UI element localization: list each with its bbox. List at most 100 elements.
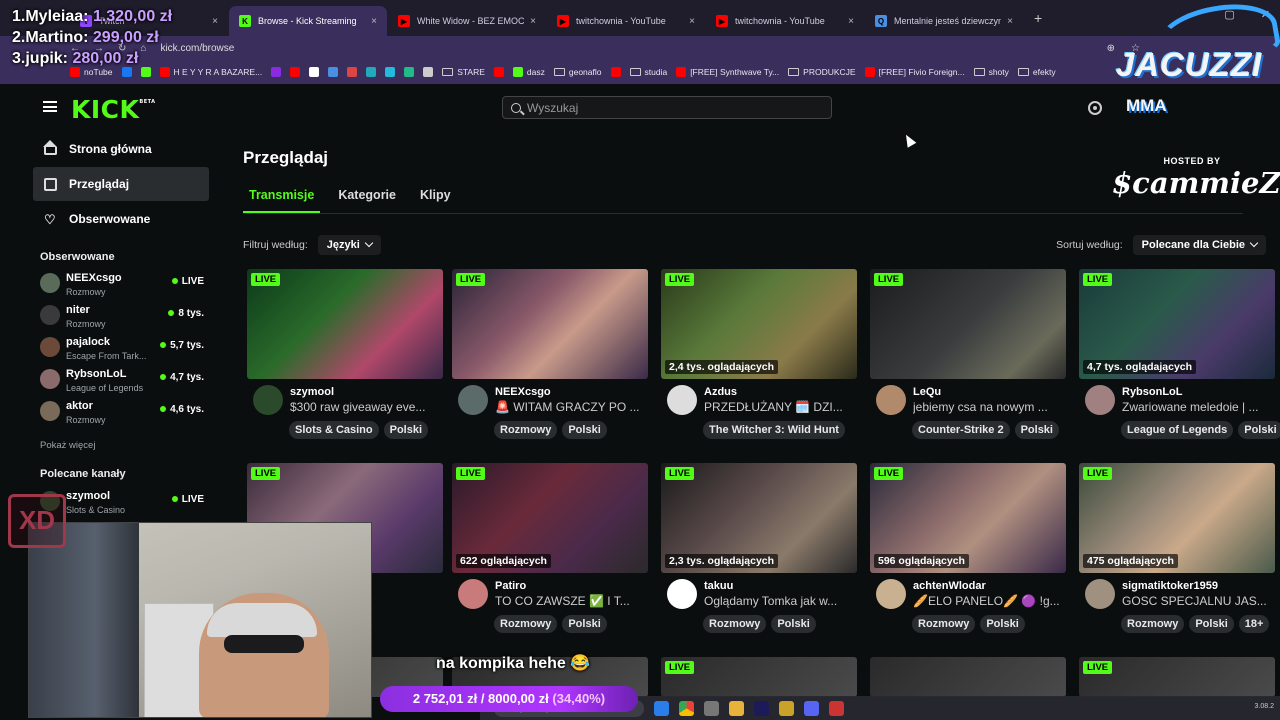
browser-tab[interactable]: Q Mentalnie jesteś dziewczyną cz... × bbox=[865, 6, 1023, 36]
streamer-avatar[interactable] bbox=[458, 385, 488, 415]
stream-card[interactable]: LIVE NEEXcsgo 🚨 WITAM GRACZY PO ... Rozmowy… bbox=[452, 269, 648, 447]
stream-card[interactable]: LIVE bbox=[1079, 657, 1275, 697]
sidebar-nav-1[interactable]: Przeglądaj bbox=[33, 167, 209, 201]
bookmark-item[interactable] bbox=[347, 67, 358, 77]
stream-tag[interactable]: Polski bbox=[1014, 421, 1059, 439]
streamer-name[interactable]: achtenWlodar bbox=[913, 580, 986, 592]
bookmark-item[interactable]: dasz bbox=[512, 67, 545, 77]
stream-card[interactable]: LIVE 2,3 tys. oglądających takuu Oglądamy T… bbox=[661, 463, 857, 641]
stream-tag[interactable]: Polski bbox=[980, 615, 1025, 633]
menu-icon[interactable] bbox=[43, 101, 57, 112]
bookmark-item[interactable] bbox=[385, 67, 396, 77]
stream-thumbnail[interactable] bbox=[870, 657, 1066, 697]
streamer-name[interactable]: Azdus bbox=[704, 386, 737, 398]
stream-title[interactable]: Zwariowane meledoie | ... bbox=[1122, 400, 1272, 414]
tab-close-icon[interactable]: × bbox=[1007, 16, 1013, 27]
premiere-icon[interactable] bbox=[754, 700, 769, 716]
stream-tag[interactable]: Polski bbox=[562, 615, 607, 633]
bookmark-item[interactable] bbox=[271, 67, 282, 77]
bookmark-item[interactable]: [FREE] Synthwave Ty... bbox=[676, 67, 779, 77]
streamer-name[interactable]: sigmatiktoker1959 bbox=[1122, 580, 1218, 592]
bookmark-item[interactable]: geonaflo bbox=[553, 67, 602, 77]
stream-tag[interactable]: Counter-Strike 2 bbox=[912, 421, 1010, 439]
stream-card[interactable]: LIVE 622 oglądających Patiro TO CO ZAWSZE ✅… bbox=[452, 463, 648, 641]
bookmark-item[interactable] bbox=[328, 67, 339, 77]
stream-thumbnail[interactable]: LIVE 596 oglądających bbox=[870, 463, 1066, 573]
stream-tag[interactable]: Polski bbox=[562, 421, 607, 439]
edge-icon[interactable] bbox=[654, 700, 669, 716]
stream-thumbnail[interactable]: LIVE bbox=[1079, 657, 1275, 697]
streamer-avatar[interactable] bbox=[876, 385, 906, 415]
stream-thumbnail[interactable]: LIVE bbox=[661, 657, 857, 697]
sidebar-nav-0[interactable]: Strona główna bbox=[33, 132, 209, 166]
streamer-name[interactable]: szymool bbox=[290, 386, 334, 398]
channel-row[interactable]: aktor Rozmowy 4,6 tys. bbox=[40, 398, 204, 428]
stream-tag[interactable]: Rozmowy bbox=[703, 615, 767, 633]
notifications-icon[interactable] bbox=[1088, 101, 1102, 115]
bookmark-item[interactable] bbox=[610, 67, 621, 77]
browser-tab[interactable]: ▶ twitchownia - YouTube × bbox=[706, 6, 864, 36]
stream-tag[interactable]: Polski bbox=[1238, 421, 1280, 439]
bookmark-item[interactable]: efekty bbox=[1017, 67, 1056, 77]
stream-title[interactable]: jebiemy csa na nowym ... bbox=[913, 400, 1063, 414]
stream-title[interactable]: Oglądamy Tomka jak w... bbox=[704, 594, 854, 608]
stream-tag[interactable]: Rozmowy bbox=[912, 615, 976, 633]
kick-logo[interactable]: KICKBETA bbox=[71, 95, 156, 124]
stream-card[interactable]: LIVE 2,4 tys. oglądających Azdus PRZEDŁUŻAN… bbox=[661, 269, 857, 447]
sidebar-nav-2[interactable]: ♡ Obserwowane bbox=[33, 202, 209, 236]
stream-title[interactable]: 🥖ELO PANELO🥖 🟣 !g... bbox=[913, 594, 1063, 608]
stream-title[interactable]: $300 raw giveaway eve... bbox=[290, 400, 440, 414]
bookmark-item[interactable]: PRODUKCJE bbox=[788, 67, 856, 77]
filter-dropdown[interactable]: Języki bbox=[317, 235, 381, 255]
streamer-name[interactable]: NEEXcsgo bbox=[495, 386, 551, 398]
browser-tab[interactable]: ▶ twitchownia - YouTube × bbox=[547, 6, 705, 36]
stream-card[interactable]: LIVE szymool $300 raw giveaway eve... Slots… bbox=[247, 269, 443, 447]
streamer-name[interactable]: RybsonLoL bbox=[1122, 386, 1183, 398]
obs-icon[interactable] bbox=[829, 700, 844, 716]
bookmark-item[interactable] bbox=[309, 67, 320, 77]
tab-close-icon[interactable]: × bbox=[530, 16, 536, 27]
bookmark-item[interactable]: studia bbox=[629, 67, 667, 77]
stream-tag[interactable]: Polski bbox=[1189, 615, 1234, 633]
stream-tag[interactable]: League of Legends bbox=[1121, 421, 1234, 439]
tab-close-icon[interactable]: × bbox=[848, 16, 854, 27]
streamer-avatar[interactable] bbox=[876, 579, 906, 609]
browser-tab[interactable]: ▶ White Widow - BEZ EMOCJI × bbox=[388, 6, 546, 36]
stream-card[interactable]: LIVE LeQu jebiemy csa na nowym ... Counter-… bbox=[870, 269, 1066, 447]
stream-thumbnail[interactable]: LIVE 2,4 tys. oglądających bbox=[661, 269, 857, 379]
bookmark-item[interactable] bbox=[404, 67, 415, 77]
streamer-avatar[interactable] bbox=[253, 385, 283, 415]
stream-thumbnail[interactable]: LIVE bbox=[870, 269, 1066, 379]
stream-thumbnail[interactable]: LIVE bbox=[452, 269, 648, 379]
folder-icon[interactable] bbox=[729, 700, 744, 716]
bookmark-item[interactable]: STARE bbox=[442, 67, 485, 77]
bookmark-item[interactable]: [FREE] Fivio Foreign... bbox=[864, 67, 965, 77]
stream-card[interactable] bbox=[870, 657, 1066, 697]
tab-2[interactable]: Klipy bbox=[414, 186, 457, 213]
streamer-name[interactable]: LeQu bbox=[913, 386, 941, 398]
sort-dropdown[interactable]: Polecane dla Ciebie bbox=[1132, 235, 1266, 255]
streamer-avatar[interactable] bbox=[667, 579, 697, 609]
streamer-avatar[interactable] bbox=[667, 385, 697, 415]
stream-card[interactable]: LIVE 475 oglądających sigmatiktoker1959 GOS… bbox=[1079, 463, 1275, 641]
stream-title[interactable]: PRZEDŁUŻANY 🗓️ DZI... bbox=[704, 400, 854, 414]
streamer-name[interactable]: takuu bbox=[704, 580, 733, 592]
bookmark-item[interactable] bbox=[366, 67, 377, 77]
channel-row[interactable]: NEEXcsgo Rozmowy LIVE bbox=[40, 270, 204, 300]
stream-tag[interactable]: Polski bbox=[383, 421, 429, 439]
bookmark-item[interactable] bbox=[423, 67, 434, 77]
tab-close-icon[interactable]: × bbox=[371, 16, 377, 27]
stream-tag[interactable]: Rozmowy bbox=[494, 421, 558, 439]
show-more-link[interactable]: Pokaż więcej bbox=[40, 440, 95, 451]
bookmark-item[interactable] bbox=[290, 67, 301, 77]
stream-thumbnail[interactable]: LIVE 622 oglądających bbox=[452, 463, 648, 573]
stream-tag[interactable]: 18+ bbox=[1238, 615, 1270, 633]
stream-card[interactable]: LIVE 596 oglądających achtenWlodar 🥖ELO PAN… bbox=[870, 463, 1066, 641]
app-icon[interactable] bbox=[704, 700, 719, 716]
streamer-avatar[interactable] bbox=[1085, 579, 1115, 609]
tab-close-icon[interactable]: × bbox=[689, 16, 695, 27]
stream-tag[interactable]: Slots & Casino bbox=[289, 421, 379, 439]
tab-close-icon[interactable]: × bbox=[212, 16, 218, 27]
stream-tag[interactable]: Polski bbox=[771, 615, 816, 633]
stream-title[interactable]: GOSC SPECJALNU JAS... bbox=[1122, 594, 1272, 608]
